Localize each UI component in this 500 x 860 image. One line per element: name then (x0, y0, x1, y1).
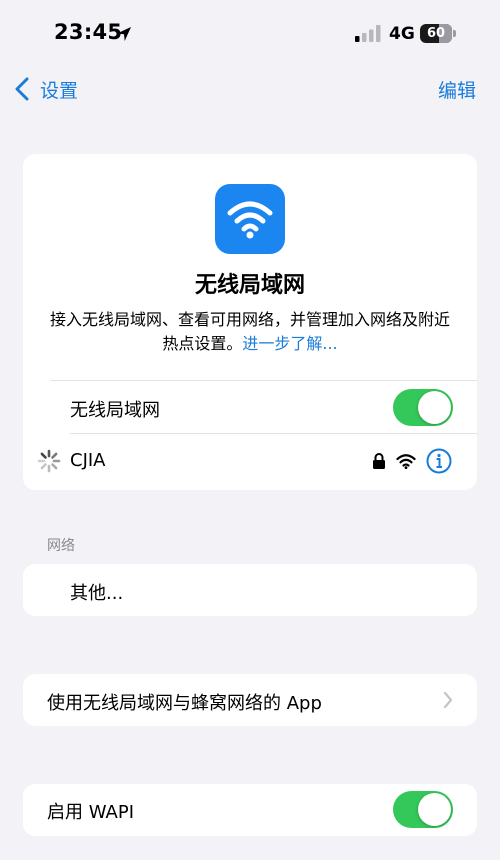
status-time: 23:45 (54, 20, 123, 44)
location-arrow-icon (117, 27, 131, 41)
hero-description: 接入无线局域网、查看可用网络，并管理加入网络及附近热点设置。进一步了解... (47, 308, 453, 356)
lock-icon (373, 453, 385, 469)
battery-icon: 60 (420, 24, 456, 43)
section-header-networks: 网络 (47, 538, 75, 554)
back-label: 设置 (40, 79, 79, 102)
divider (70, 433, 477, 434)
battery-level: 60 (426, 26, 446, 41)
loading-spinner-icon (37, 449, 61, 473)
wifi-app-icon (215, 184, 285, 254)
edit-button[interactable]: 编辑 (438, 76, 476, 103)
chevron-left-icon (15, 77, 29, 101)
wapi-toggle[interactable] (393, 791, 453, 828)
wlan-toggle[interactable] (393, 389, 453, 426)
network-name[interactable]: CJIA (70, 450, 106, 471)
apps-using-wlan-row[interactable]: 使用无线局域网与蜂窝网络的 App (23, 674, 477, 726)
wifi-signal-icon (396, 454, 416, 469)
wlan-toggle-label: 无线局域网 (70, 400, 160, 421)
wapi-row: 启用 WAPI (23, 784, 477, 836)
cellular-signal-icon (355, 25, 381, 42)
back-button[interactable]: 设置 (14, 76, 78, 102)
other-network-label: 其他... (70, 583, 124, 604)
divider (50, 380, 477, 381)
learn-more-link[interactable]: 进一步了解... (242, 334, 337, 353)
wifi-icon (227, 201, 273, 239)
wifi-header-card: 无线局域网 接入无线局域网、查看可用网络，并管理加入网络及附近热点设置。进一步了… (23, 154, 477, 490)
chevron-right-icon (443, 691, 453, 709)
other-network-row[interactable]: 其他... (23, 564, 477, 616)
page-title: 无线局域网 (194, 273, 305, 298)
apps-row-label: 使用无线局域网与蜂窝网络的 App (47, 693, 322, 714)
wapi-label: 启用 WAPI (47, 802, 135, 823)
info-icon[interactable] (426, 448, 452, 474)
network-type: 4G (389, 24, 415, 44)
